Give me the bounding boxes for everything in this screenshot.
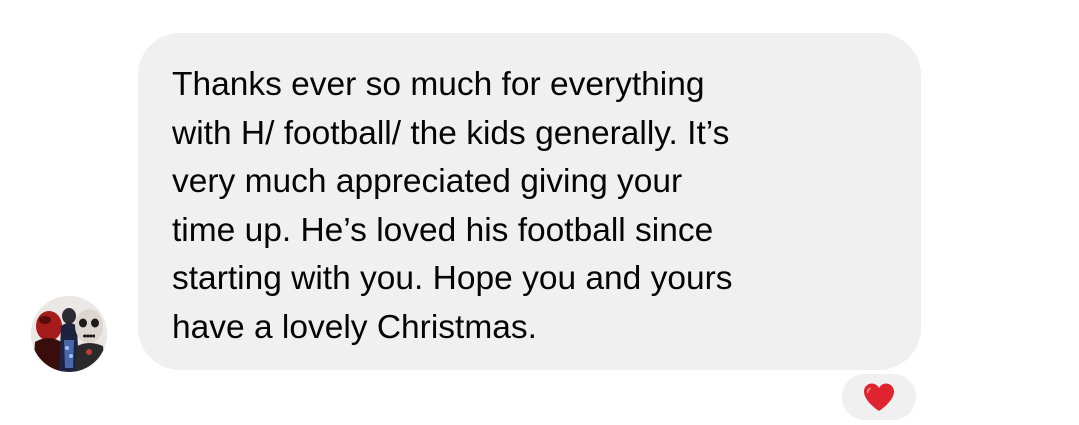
- sender-avatar[interactable]: [31, 296, 107, 372]
- message-bubble[interactable]: Thanks ever so much for everything with …: [138, 33, 921, 370]
- message-text: Thanks ever so much for everything with …: [172, 66, 733, 346]
- red-heart-icon: [864, 383, 894, 411]
- profile-photo-icon: [31, 296, 107, 372]
- message-thread: Thanks ever so much for everything with …: [0, 0, 1079, 425]
- reaction-badge[interactable]: [838, 370, 920, 424]
